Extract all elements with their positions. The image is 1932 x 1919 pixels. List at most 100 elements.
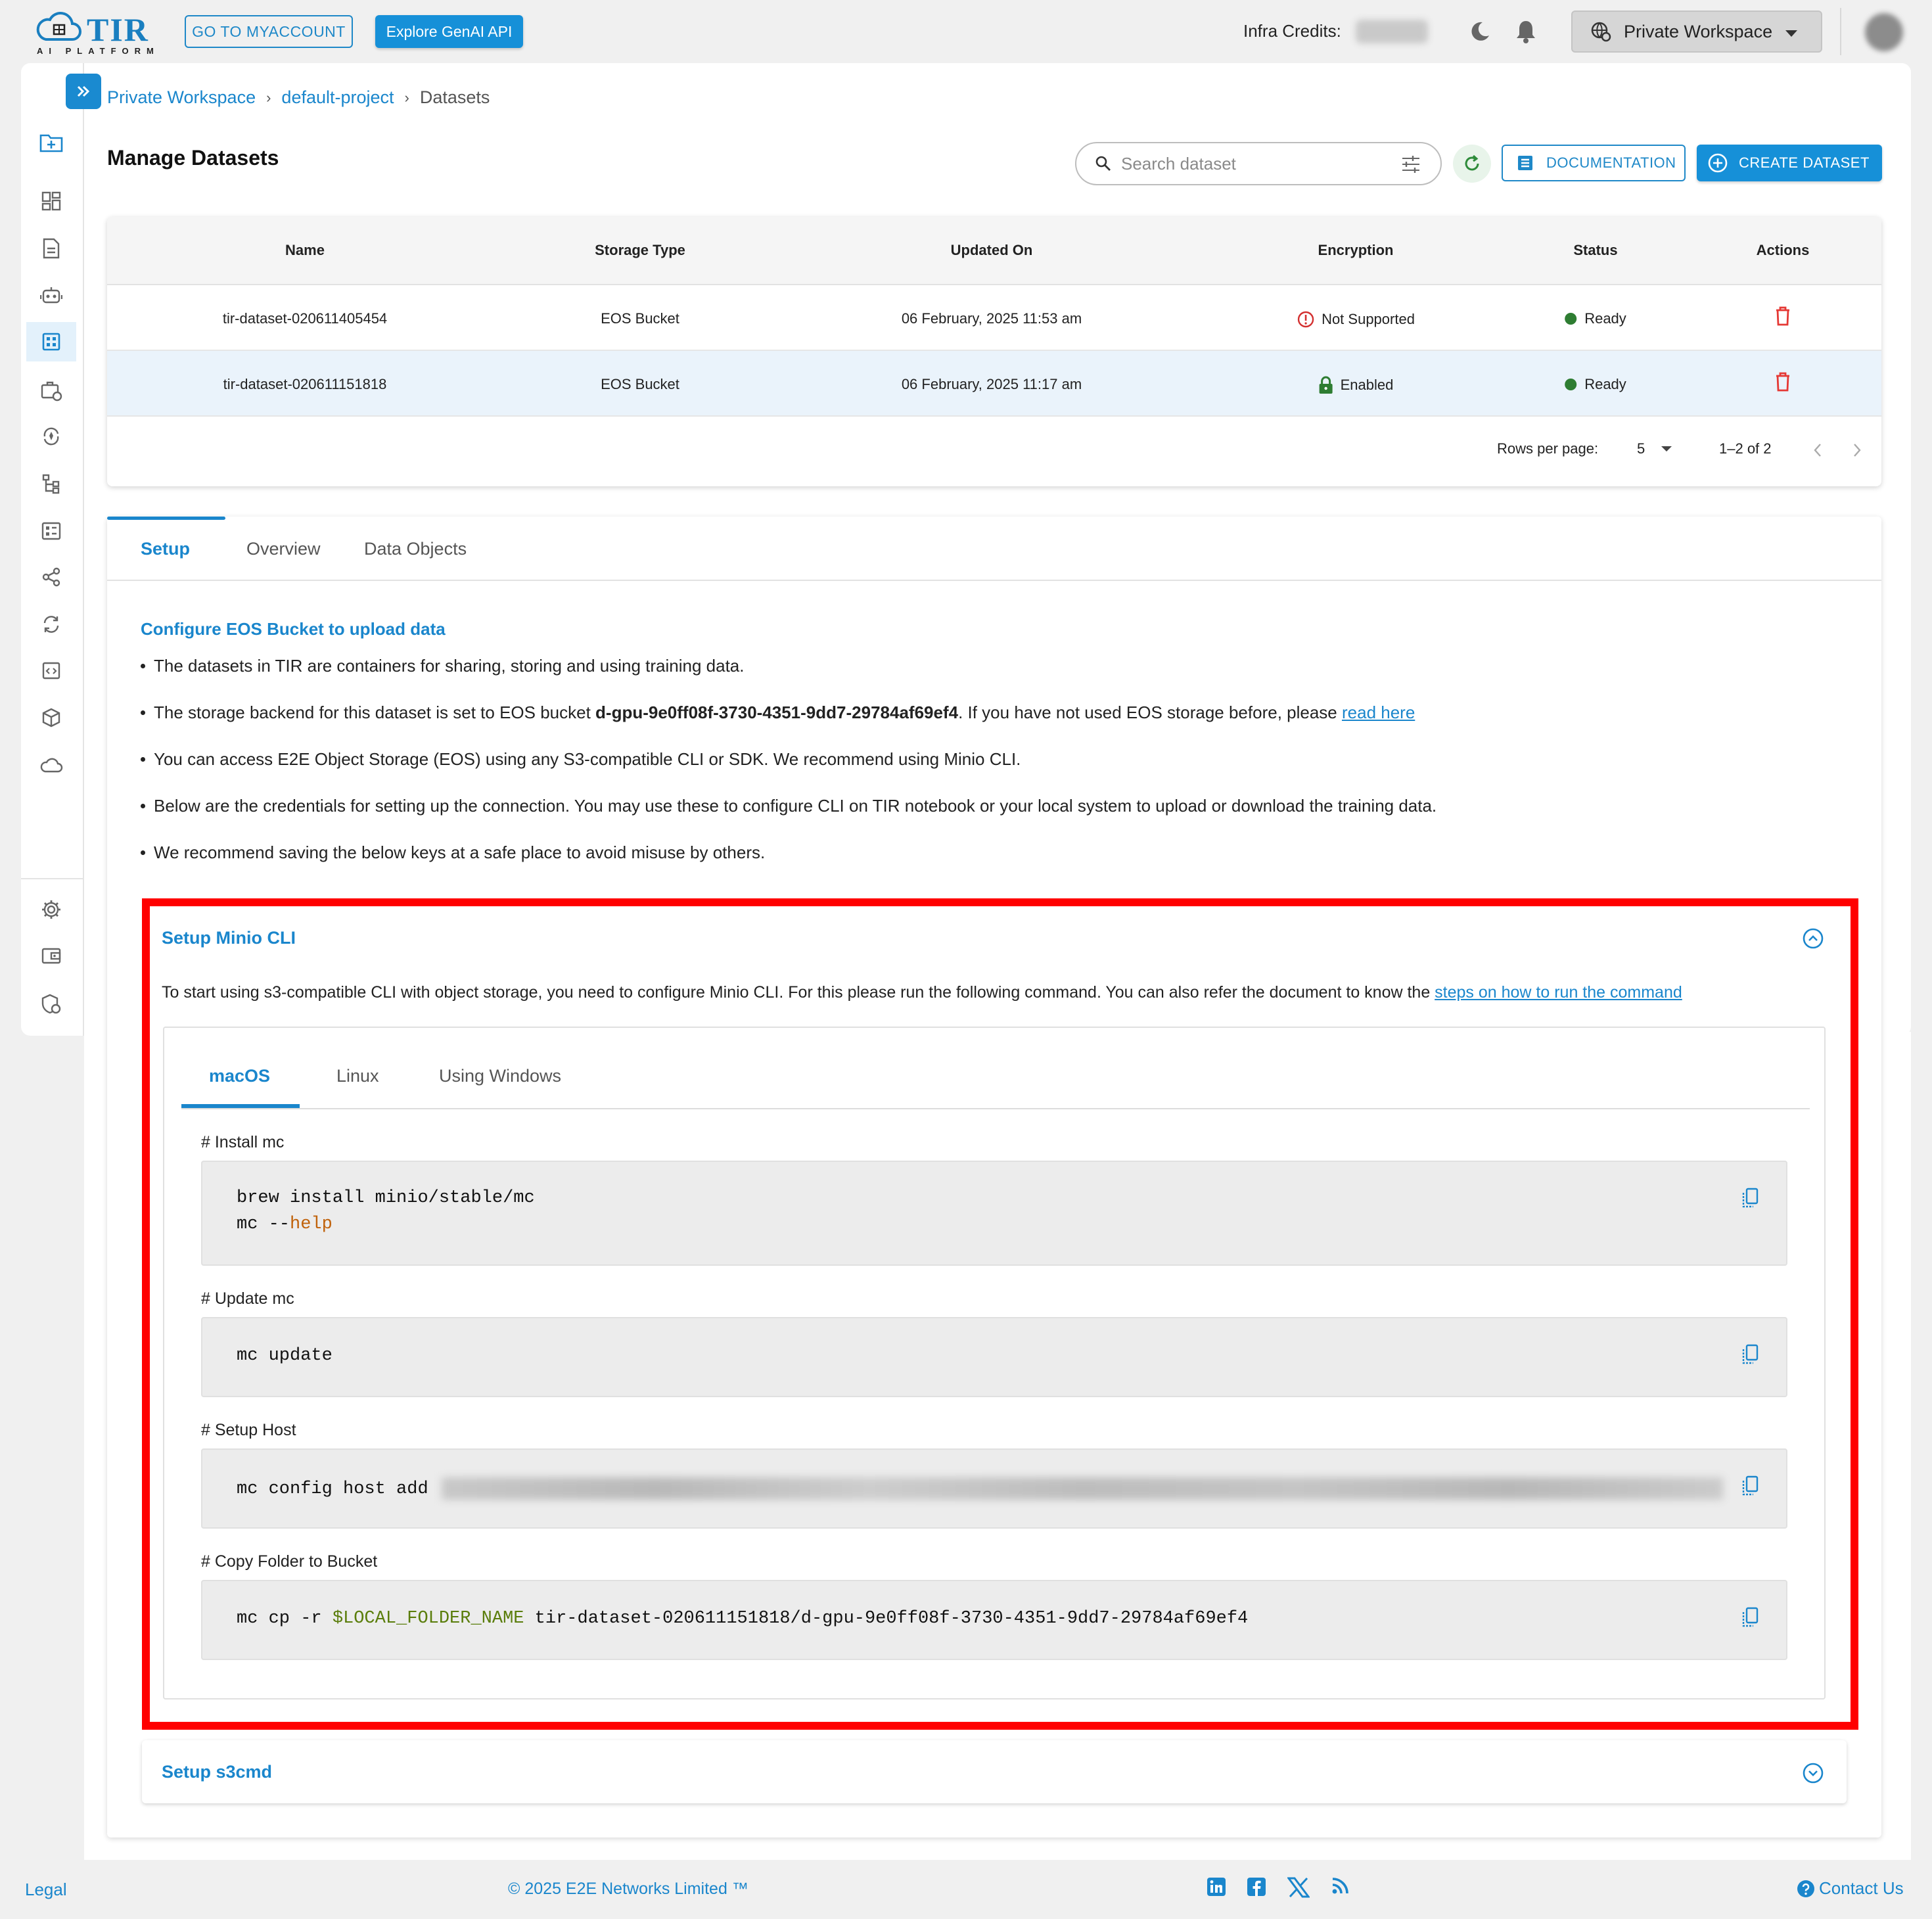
add-circle-icon [1708, 153, 1728, 173]
sidebar-item-models[interactable] [26, 276, 76, 315]
status-badge: Ready [1584, 310, 1626, 327]
install-label: # Install mc [201, 1133, 285, 1151]
column-header-storage-type[interactable]: Storage Type [595, 242, 685, 259]
setup-s3cmd-title: Setup s3cmd [162, 1762, 273, 1782]
sidebar-item-registry[interactable] [26, 511, 76, 551]
sidebar-item-dashboard[interactable] [26, 181, 76, 221]
sidebar-item-cloud[interactable] [26, 745, 76, 785]
expand-circle-icon[interactable] [1801, 1761, 1825, 1785]
column-header-name[interactable]: Name [285, 242, 325, 259]
minio-description: To start using s3-compatible CLI with ob… [162, 983, 1682, 1002]
chevron-left-icon[interactable] [1813, 443, 1822, 457]
workspace-icon [1591, 22, 1611, 42]
create-dataset-button[interactable]: CREATE DATASET [1697, 145, 1882, 181]
tab-overview[interactable]: Overview [246, 539, 321, 559]
column-header-status[interactable]: Status [1573, 242, 1617, 259]
facebook-icon[interactable] [1247, 1877, 1266, 1897]
active-tab-indicator [107, 517, 225, 520]
x-twitter-icon[interactable] [1287, 1877, 1310, 1898]
chevron-down-icon [1785, 30, 1797, 37]
rows-per-page-value: 5 [1637, 440, 1645, 457]
sidebar-item-training[interactable] [26, 464, 76, 503]
sidebar-item-pipelines[interactable] [26, 371, 76, 410]
sidebar-item-sync[interactable] [26, 605, 76, 644]
sidebar-item-settings[interactable] [26, 890, 76, 929]
rss-icon[interactable] [1331, 1877, 1349, 1895]
sidebar-item-datasets[interactable] [26, 322, 76, 361]
breadcrumb-current: Datasets [419, 87, 490, 107]
contact-us-link[interactable]: Contact Us [1797, 1878, 1904, 1899]
document-list-icon [1518, 156, 1532, 170]
sidebar-item-rag[interactable] [26, 557, 76, 597]
tab-windows[interactable]: Using Windows [439, 1066, 561, 1086]
sidebar-item-api[interactable] [26, 651, 76, 690]
copy-icon[interactable] [1740, 1187, 1760, 1209]
cube-icon [42, 708, 60, 728]
go-to-myaccount-button[interactable]: GO TO MYACCOUNT [185, 15, 353, 48]
sidebar-item-notebooks[interactable] [26, 229, 76, 268]
column-header-encryption[interactable]: Encryption [1318, 242, 1394, 259]
divider [1840, 8, 1841, 55]
copy-icon[interactable] [1740, 1475, 1760, 1497]
code-line: mc config host add [237, 1477, 1723, 1500]
delete-icon[interactable] [1774, 371, 1792, 393]
read-here-link[interactable]: read here [1342, 703, 1415, 722]
dark-mode-icon[interactable] [1468, 20, 1492, 43]
tab-data-objects[interactable]: Data Objects [364, 539, 467, 559]
setup-s3cmd-accordion[interactable]: Setup s3cmd [142, 1740, 1847, 1803]
refresh-button[interactable] [1453, 145, 1491, 183]
active-tab-indicator [181, 1104, 300, 1108]
help-circle-icon [1797, 1880, 1814, 1897]
hierarchy-icon [42, 474, 60, 494]
workspace-select[interactable]: Private Workspace [1571, 11, 1822, 53]
tab-setup[interactable]: Setup [141, 539, 190, 559]
list-item: Below are the credentials for setting up… [141, 796, 1849, 843]
encryption-cell: Not Supported [1297, 310, 1415, 329]
create-dataset-label: CREATE DATASET [1739, 154, 1870, 171]
document-icon [43, 238, 60, 259]
documentation-button[interactable]: DOCUMENTATION [1502, 145, 1686, 181]
notification-bell-icon[interactable] [1514, 18, 1538, 45]
table-row[interactable]: tir-dataset-020611151818 EOS Bucket 06 F… [107, 351, 1881, 417]
breadcrumb-project-link[interactable]: default-project [281, 87, 394, 108]
explore-genai-button[interactable]: Explore GenAI API [375, 15, 523, 48]
table-row[interactable]: tir-dataset-020611405454 EOS Bucket 06 F… [107, 285, 1881, 351]
legal-link[interactable]: Legal [25, 1880, 67, 1900]
infra-credits-label: Infra Credits: [1243, 21, 1341, 41]
code-line: brew install minio/stable/mc [237, 1188, 535, 1208]
search-placeholder: Search dataset [1121, 153, 1236, 173]
setup-instructions: The datasets in TIR are containers for s… [141, 656, 1849, 889]
sidebar-divider [21, 878, 84, 879]
tir-logo[interactable]: TIR AI PLATFORM [35, 9, 154, 56]
list-item: The datasets in TIR are containers for s… [141, 656, 1849, 703]
copy-icon[interactable] [1740, 1343, 1760, 1366]
setup-minio-title[interactable]: Setup Minio CLI [162, 928, 296, 948]
sidebar-item-projects[interactable] [26, 122, 76, 162]
search-input[interactable]: Search dataset [1075, 142, 1442, 185]
setup-host-code-block: mc config host add [201, 1448, 1787, 1529]
linkedin-icon[interactable] [1207, 1877, 1226, 1897]
rows-per-page-select[interactable]: 5 [1637, 440, 1672, 457]
section-title: Configure EOS Bucket to upload data [141, 619, 446, 639]
update-label: # Update mc [201, 1289, 294, 1308]
sidebar-item-inference[interactable] [26, 417, 76, 456]
delete-icon[interactable] [1774, 305, 1792, 327]
steps-link[interactable]: steps on how to run the command [1435, 983, 1682, 1002]
column-header-updated-on[interactable]: Updated On [951, 242, 1033, 259]
collapse-circle-icon[interactable] [1801, 927, 1825, 950]
install-code-block: brew install minio/stable/mc mc --help [201, 1161, 1787, 1266]
copy-icon[interactable] [1740, 1606, 1760, 1629]
breadcrumb-workspace-link[interactable]: Private Workspace [107, 87, 256, 108]
tab-macos[interactable]: macOS [209, 1066, 270, 1086]
chevron-right-icon[interactable] [1852, 443, 1862, 457]
sidebar-expand-button[interactable] [66, 74, 101, 109]
user-avatar[interactable] [1865, 13, 1903, 51]
sidebar-item-billing[interactable] [26, 936, 76, 975]
tab-linux[interactable]: Linux [336, 1066, 379, 1086]
sidebar-item-containers[interactable] [26, 698, 76, 737]
filter-sliders-icon[interactable] [1401, 155, 1421, 173]
sidebar-item-security[interactable] [26, 984, 76, 1024]
code-line: mc --help [237, 1214, 333, 1234]
breadcrumb: Private Workspace › default-project › Da… [107, 87, 490, 108]
status-ready-dot [1565, 379, 1577, 390]
